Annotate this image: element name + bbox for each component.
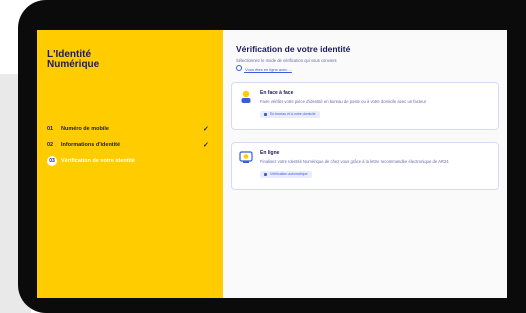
badge-icon: [264, 112, 267, 116]
step-label: Informations d'identité: [61, 142, 121, 148]
step-number: 01: [47, 126, 54, 132]
step-label: Vérification de votre identité: [61, 158, 135, 164]
option-heading: En ligne: [260, 150, 280, 156]
help-link[interactable]: Vous êtes en ligne avec ...: [236, 65, 292, 72]
app-screen: L'Identité Numérique 01 Numéro de mobile…: [37, 30, 507, 298]
badge-label: Vérification automatique: [269, 172, 308, 176]
help-link-text: Vous êtes en ligne avec ...: [245, 67, 292, 72]
step-number: 02: [47, 142, 54, 148]
info-icon: [236, 65, 242, 71]
main-content: Vérification de votre identité Sélection…: [223, 30, 507, 298]
option-card-online[interactable]: En ligne Finalisez votre Identité Numéri…: [231, 142, 499, 190]
badge-label: En bureau et à votre domicile: [269, 112, 316, 116]
option-description: Faire vérifier votre pièce d'identité en…: [260, 99, 427, 104]
logo-line-2: Numérique: [47, 59, 100, 70]
page-subtitle: Sélectionnez le mode de vérification qui…: [236, 58, 337, 63]
steps-list: 01 Numéro de mobile ✓ 02 Informations d'…: [47, 122, 217, 170]
option-description: Finalisez votre Identité Numérique de ch…: [260, 159, 449, 164]
sidebar: L'Identité Numérique 01 Numéro de mobile…: [37, 30, 223, 298]
check-icon: ✓: [203, 142, 209, 149]
online-icon: [239, 151, 253, 163]
logo: L'Identité Numérique: [47, 50, 99, 70]
check-icon: ✓: [203, 126, 209, 133]
step-number: 03: [47, 156, 57, 166]
option-card-face-to-face[interactable]: En face à face Faire vérifier votre pièc…: [231, 82, 499, 130]
step-verification[interactable]: 03 Vérification de votre identité: [47, 154, 217, 168]
step-mobile[interactable]: 01 Numéro de mobile ✓: [47, 122, 217, 136]
step-identity-info[interactable]: 02 Informations d'identité ✓: [47, 138, 217, 152]
option-badge: Vérification automatique: [260, 171, 312, 178]
option-heading: En face à face: [260, 90, 294, 96]
page-title: Vérification de votre identité: [236, 44, 351, 54]
badge-icon: [264, 172, 267, 176]
person-icon: [241, 90, 251, 103]
option-badge: En bureau et à votre domicile: [260, 111, 320, 118]
step-label: Numéro de mobile: [61, 126, 109, 132]
